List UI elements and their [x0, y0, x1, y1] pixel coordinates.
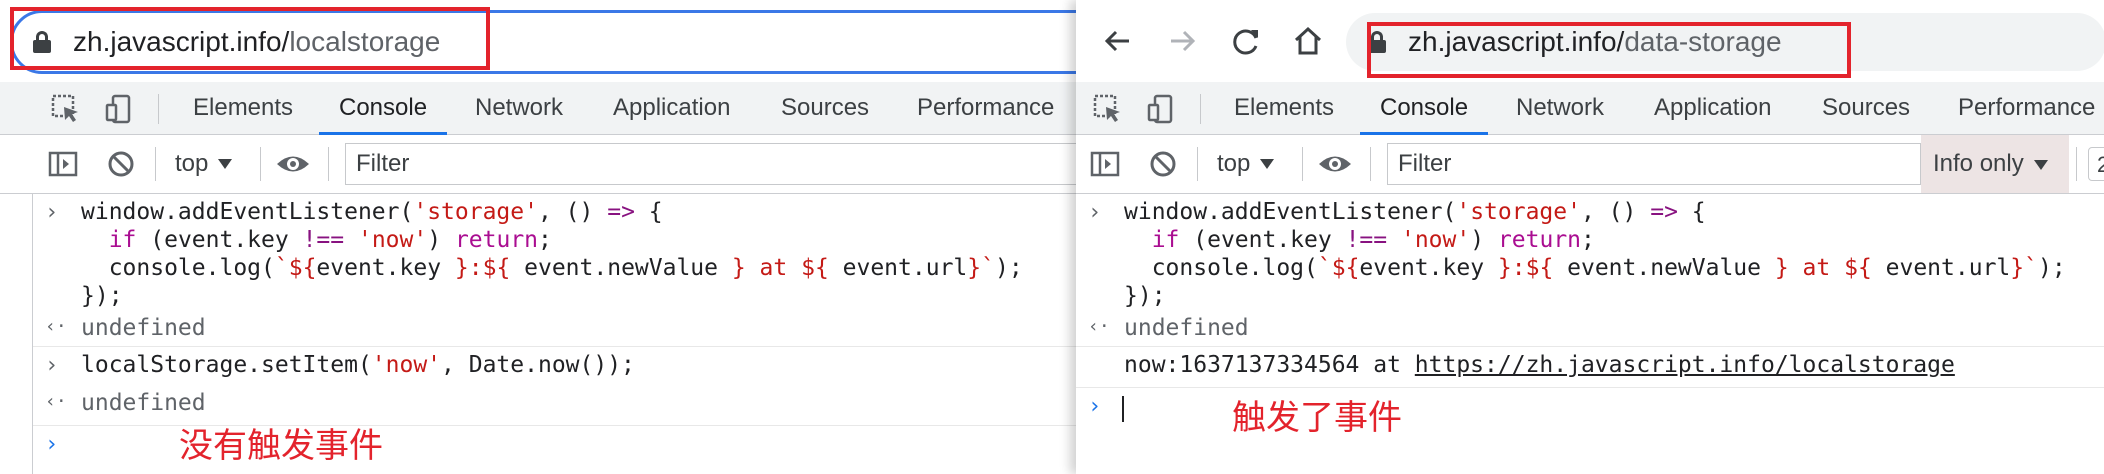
tab-application[interactable]: Application [1654, 82, 1771, 134]
console-entry: › localStorage.setItem('now', Date.now()… [33, 347, 1076, 426]
toolbar-separator [1197, 147, 1198, 181]
tab-performance[interactable]: Performance [1958, 82, 2095, 134]
toolbar-separator [1302, 147, 1303, 181]
clear-console-icon [108, 151, 134, 177]
tab-separator [158, 94, 159, 124]
toolbar-separator [1370, 147, 1371, 181]
code-line: console.log(`${event.key }:${ event.newV… [81, 255, 1023, 281]
toolbar-separator [155, 147, 156, 181]
console-log-entry: now:1637137334564 at https://zh.javascri… [1076, 347, 2104, 388]
return-arrow-icon: ‹· [1088, 316, 1110, 337]
tab-sources[interactable]: Sources [781, 82, 869, 134]
clear-console-icon [1150, 151, 1176, 177]
issues-counter[interactable]: 2 [2088, 147, 2104, 181]
show-sidebar-button[interactable] [48, 135, 78, 193]
tab-sources[interactable]: Sources [1822, 82, 1910, 134]
arrow-left-icon [1104, 30, 1129, 52]
annotation-text: 触发了事件 [1232, 398, 1402, 438]
filter-input[interactable]: Filter [345, 143, 1076, 185]
log-text: now:1637137334564 at [1124, 352, 1415, 378]
code-line: window.addEventListener('storage', () =>… [1124, 199, 1706, 225]
address-bar-row: zh.javascript.info/localstorage [0, 0, 1076, 82]
return-arrow-icon: ‹· [45, 391, 67, 412]
filter-input[interactable]: Filter [1387, 143, 1921, 185]
console-entry: › window.addEventListener('storage', () … [1076, 194, 2104, 347]
context-selector[interactable]: top [1217, 135, 1275, 193]
log-message: now:1637137334564 at https://zh.javascri… [1124, 351, 1955, 379]
device-toolbar-icon[interactable] [1146, 93, 1178, 125]
inspect-element-icon[interactable] [50, 93, 82, 125]
clear-console-button[interactable] [106, 135, 136, 193]
log-level-selector[interactable]: Info only [1921, 135, 2069, 193]
code-line: console.log(`${event.key }:${ event.newV… [1124, 255, 2066, 281]
tab-separator [1200, 94, 1201, 124]
tab-console[interactable]: Console [1359, 82, 1489, 135]
devtools-tab-bar: Elements Console Network Application Sou… [1076, 82, 2104, 135]
toolbar-separator [2076, 147, 2077, 181]
clear-console-button[interactable] [1148, 135, 1178, 193]
input-prompt-icon: › [1088, 200, 1102, 225]
context-selector[interactable]: top [175, 135, 233, 193]
console-output: › window.addEventListener('storage', () … [32, 194, 1076, 474]
context-label: top [175, 150, 209, 177]
tab-elements[interactable]: Elements [1234, 82, 1334, 134]
sidebar-toggle-icon [1090, 151, 1120, 177]
home-icon [1294, 26, 1322, 55]
reload-icon [1233, 29, 1258, 55]
code-line: }); [1124, 283, 1166, 309]
back-button[interactable] [1098, 21, 1138, 61]
log-level-label: Info only [1933, 150, 2024, 177]
tab-application[interactable]: Application [613, 82, 730, 134]
code-line: window.addEventListener('storage', () =>… [81, 199, 663, 225]
code-line: localStorage.setItem('now', Date.now()); [81, 352, 635, 378]
console-prompt-icon: › [1088, 394, 1102, 419]
console-toolbar: top Filter Info only 2 [1076, 135, 2104, 194]
inspect-element-icon[interactable] [1092, 93, 1124, 125]
toolbar-separator [260, 147, 261, 181]
code-line: }); [81, 283, 123, 309]
chevron-down-icon [218, 159, 233, 169]
toolbar-separator [328, 147, 329, 181]
forward-button[interactable] [1162, 21, 1202, 61]
tab-network[interactable]: Network [1516, 82, 1604, 134]
return-value: undefined [1124, 315, 1249, 341]
console-prompt-icon: › [45, 432, 59, 457]
annotation-text: 没有触发事件 [179, 426, 383, 466]
live-expression-button[interactable] [1317, 135, 1353, 193]
tab-performance[interactable]: Performance [917, 82, 1054, 134]
left-browser-window: zh.javascript.info/localstorage Elements… [0, 0, 1076, 474]
device-toolbar-icon[interactable] [104, 93, 136, 125]
chevron-down-icon [2033, 159, 2048, 170]
sidebar-toggle-icon [48, 151, 78, 177]
chevron-down-icon [1260, 159, 1275, 169]
code-line: if (event.key !== 'now') return; [1151, 227, 1595, 253]
url-highlight-box [1367, 22, 1851, 78]
url-highlight-box [10, 7, 490, 70]
input-prompt-icon: › [45, 353, 59, 378]
eye-icon [1319, 156, 1351, 172]
return-arrow-icon: ‹· [45, 316, 67, 337]
log-source-link[interactable]: https://zh.javascript.info/localstorage [1415, 352, 1955, 378]
return-value: undefined [81, 315, 206, 341]
show-sidebar-button[interactable] [1090, 135, 1120, 193]
reload-button[interactable] [1226, 21, 1266, 61]
right-browser-window: zh.javascript.info/data-storage Elements… [1076, 0, 2104, 474]
address-bar-row: zh.javascript.info/data-storage [1076, 0, 2104, 82]
input-prompt-icon: › [45, 200, 59, 225]
console-toolbar: top Filter [0, 135, 1076, 194]
context-label: top [1217, 150, 1251, 177]
tab-network[interactable]: Network [475, 82, 563, 134]
tab-elements[interactable]: Elements [193, 82, 293, 134]
home-button[interactable] [1288, 21, 1328, 61]
console-output: › window.addEventListener('storage', () … [1076, 194, 2104, 474]
devtools-tab-bar: Elements Console Network Application Sou… [0, 82, 1076, 135]
console-entry: › window.addEventListener('storage', () … [33, 194, 1076, 347]
eye-icon [277, 156, 309, 172]
return-value: undefined [81, 390, 206, 416]
text-cursor [1122, 396, 1124, 422]
tab-console[interactable]: Console [318, 82, 448, 135]
live-expression-button[interactable] [275, 135, 311, 193]
code-line: if (event.key !== 'now') return; [108, 227, 552, 253]
arrow-right-icon [1171, 30, 1196, 52]
